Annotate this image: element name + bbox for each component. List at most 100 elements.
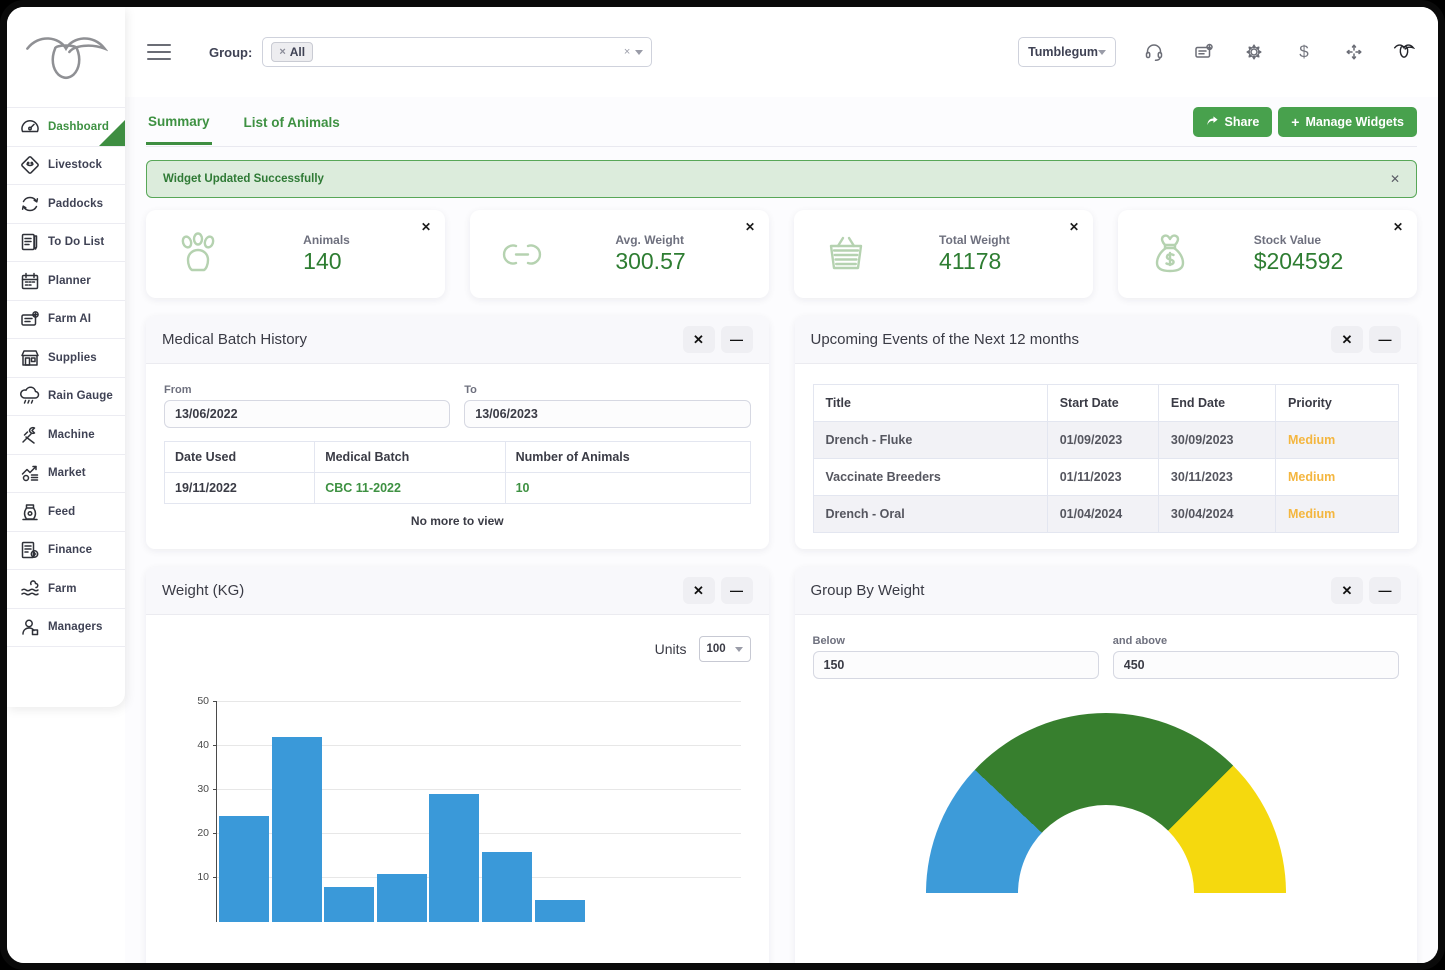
and-above-input[interactable]: [1113, 651, 1399, 679]
close-icon[interactable]: ✕: [745, 220, 755, 234]
chevron-down-icon: [735, 647, 743, 652]
move-icon[interactable]: [1342, 40, 1366, 64]
widget-close-button[interactable]: ✕: [1331, 326, 1363, 353]
group-multiselect[interactable]: × All ×: [262, 37, 652, 67]
widget-close-button[interactable]: ✕: [1331, 577, 1363, 604]
gear-icon[interactable]: [1242, 40, 1266, 64]
cell-priority: Medium: [1276, 459, 1399, 496]
upcoming-events-widget: Upcoming Events of the Next 12 months ✕ …: [795, 316, 1418, 549]
remove-tag-icon[interactable]: ×: [279, 46, 285, 58]
tabs-row: Summary List of Animals Share + Manage W…: [146, 97, 1417, 147]
medical-batch-table: Date Used Medical Batch Number of Animal…: [164, 441, 751, 504]
sidebar-item-finance[interactable]: Finance: [7, 532, 125, 571]
table-row[interactable]: Drench - Fluke 01/09/2023 30/09/2023 Med…: [813, 422, 1399, 459]
widget-minimize-button[interactable]: —: [1369, 577, 1401, 604]
sidebar-item-feed[interactable]: Feed: [7, 493, 125, 532]
units-select[interactable]: 100: [699, 636, 751, 662]
bar[interactable]: [377, 874, 427, 922]
sidebar-item-label: Machine: [48, 429, 95, 441]
sidebar-item-planner[interactable]: Planner: [7, 262, 125, 301]
bull-avatar-icon[interactable]: [1392, 40, 1416, 64]
gridline: 50: [217, 701, 741, 702]
finance-icon: [19, 539, 41, 561]
sidebar-item-managers[interactable]: Managers: [7, 609, 125, 648]
organisation-select[interactable]: Tumblegum: [1018, 37, 1116, 67]
close-icon[interactable]: ✕: [1069, 220, 1079, 234]
column-header[interactable]: Priority: [1276, 385, 1399, 422]
dollar-icon[interactable]: $: [1292, 40, 1316, 64]
medical-batch-widget: Medical Batch History ✕ — From To: [146, 316, 769, 549]
rain-gauge-icon: [19, 385, 41, 407]
table-row[interactable]: 19/11/2022 CBC 11-2022 10: [165, 473, 751, 504]
cell-priority: Medium: [1276, 496, 1399, 533]
y-tick-label: 40: [185, 739, 209, 751]
manage-widgets-button[interactable]: + Manage Widgets: [1278, 107, 1417, 137]
widget-close-button[interactable]: ✕: [683, 326, 715, 353]
headset-icon[interactable]: [1142, 40, 1166, 64]
chevron-down-icon[interactable]: [635, 50, 643, 55]
close-icon[interactable]: ✕: [421, 220, 431, 234]
tick-mark: [213, 701, 217, 702]
column-header[interactable]: Start Date: [1047, 385, 1158, 422]
sidebar-item-machine[interactable]: Machine: [7, 416, 125, 455]
subscription-icon[interactable]: [1192, 40, 1216, 64]
from-date-input[interactable]: [164, 400, 450, 428]
planner-icon: [19, 270, 41, 292]
bar[interactable]: [272, 737, 322, 922]
widget-minimize-button[interactable]: —: [721, 326, 753, 353]
alert-close-icon[interactable]: ✕: [1390, 172, 1400, 186]
sidebar-item-label: Supplies: [48, 352, 97, 364]
alert-message: Widget Updated Successfully: [163, 173, 324, 185]
column-header[interactable]: End Date: [1158, 385, 1275, 422]
sidebar-item-farm-ai[interactable]: Farm AI: [7, 301, 125, 340]
bar[interactable]: [482, 852, 532, 922]
sidebar-item-label: Livestock: [48, 159, 102, 171]
sidebar-item-paddocks[interactable]: Paddocks: [7, 185, 125, 224]
widget-minimize-button[interactable]: —: [721, 577, 753, 604]
sidebar-item-farm[interactable]: Farm: [7, 570, 125, 609]
below-label: Below: [813, 635, 1099, 647]
cell-start-date: 01/11/2023: [1047, 459, 1158, 496]
table-row[interactable]: Drench - Oral 01/04/2024 30/04/2024 Medi…: [813, 496, 1399, 533]
from-label: From: [164, 384, 450, 396]
y-tick-label: 50: [185, 695, 209, 707]
sidebar-item-label: To Do List: [48, 236, 104, 248]
column-header[interactable]: Medical Batch: [315, 442, 505, 473]
sidebar-item-todo[interactable]: To Do List: [7, 224, 125, 263]
column-header[interactable]: Date Used: [165, 442, 315, 473]
widget-minimize-button[interactable]: —: [1369, 326, 1401, 353]
sidebar-item-market[interactable]: Market: [7, 455, 125, 494]
hamburger-menu-icon[interactable]: [147, 39, 171, 65]
bar[interactable]: [429, 794, 479, 922]
tick-mark: [213, 877, 217, 878]
close-icon[interactable]: ✕: [1393, 220, 1403, 234]
y-tick-label: 10: [185, 871, 209, 883]
to-date-input[interactable]: [464, 400, 750, 428]
main-content: Summary List of Animals Share + Manage W…: [125, 97, 1438, 963]
widget-close-button[interactable]: ✕: [683, 577, 715, 604]
column-header[interactable]: Number of Animals: [505, 442, 750, 473]
table-row[interactable]: Vaccinate Breeders 01/11/2023 30/11/2023…: [813, 459, 1399, 496]
tab-list-of-animals[interactable]: List of Animals: [242, 100, 342, 143]
cell-priority: Medium: [1276, 422, 1399, 459]
clear-select-icon[interactable]: ×: [624, 46, 630, 58]
sidebar-item-dashboard[interactable]: Dashboard: [7, 108, 125, 147]
sidebar-item-supplies[interactable]: Supplies: [7, 339, 125, 378]
sidebar-item-livestock[interactable]: Livestock: [7, 147, 125, 186]
stat-label: Avg. Weight: [615, 233, 684, 247]
sidebar-item-label: Farm: [48, 583, 77, 595]
weight-link-icon: [494, 226, 550, 282]
bar[interactable]: [219, 816, 269, 922]
below-input[interactable]: [813, 651, 1099, 679]
bar[interactable]: [535, 900, 585, 922]
stat-value: 41178: [939, 248, 1001, 275]
sidebar-item-rain-gauge[interactable]: Rain Gauge: [7, 378, 125, 417]
app-logo[interactable]: [7, 7, 125, 107]
managers-icon: [19, 616, 41, 638]
feed-icon: [19, 501, 41, 523]
bar[interactable]: [324, 887, 374, 922]
column-header[interactable]: Title: [813, 385, 1047, 422]
share-button[interactable]: Share: [1193, 107, 1273, 137]
plus-icon: +: [1291, 114, 1299, 130]
tab-summary[interactable]: Summary: [146, 99, 212, 145]
